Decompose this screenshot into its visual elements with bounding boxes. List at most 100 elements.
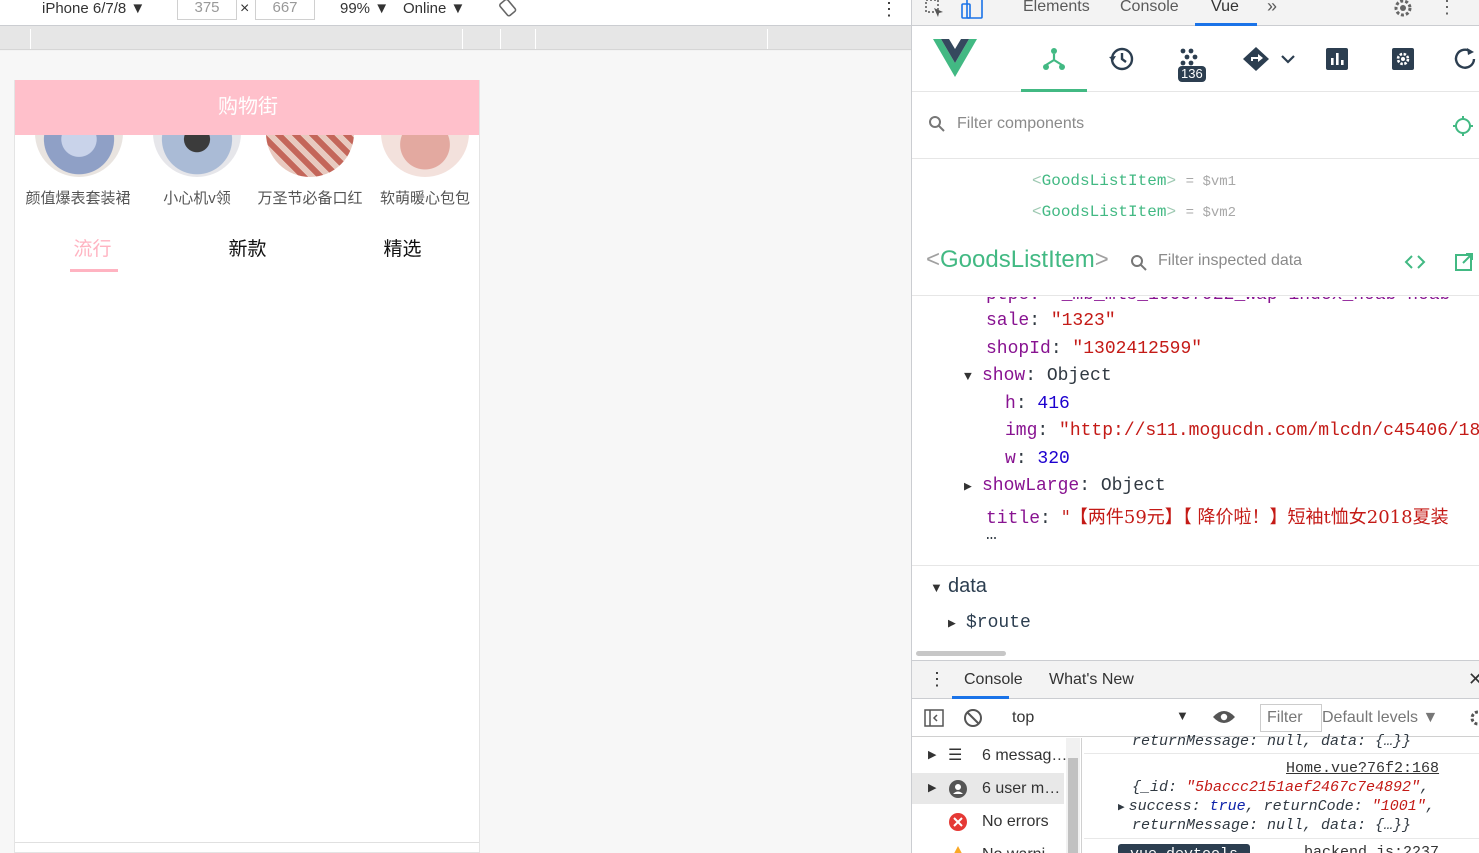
expand-triangle-icon: ▶ [1118,802,1125,814]
console-log: returnMessage: null, data: {…}} Home.vue… [1084,733,1479,853]
device-emulation-pane: iPhone 6/7/8 ▼ 375 × 667 99% ▼ Online ▼ … [0,0,911,853]
device-toolbar: iPhone 6/7/8 ▼ 375 × 667 99% ▼ Online ▼ … [0,0,911,26]
filter-components-input[interactable]: Filter components [957,115,1084,133]
expand-triangle-icon[interactable]: ▶ [964,479,982,494]
devtools-menu-icon[interactable]: ⋮ [1438,0,1456,18]
drawer-tabs: ⋮ Console What's New ✕ [912,661,1479,699]
components-tab-icon[interactable] [1021,34,1087,92]
events-count-badge: 136 [1178,66,1206,82]
console-filter-input[interactable]: Filter [1260,704,1322,732]
vue-devtools-toolbar: 136 [912,26,1479,92]
tree-node-vm: = $vm2 [1185,205,1237,221]
sidebar-item-errors[interactable]: No errors [912,806,1064,837]
open-external-icon[interactable] [1454,252,1474,277]
tooltip: vue-devtools [1118,844,1251,853]
drawer-tab-whats-new[interactable]: What's New [1049,671,1134,689]
prop-show-h: h: 416 [1005,394,1070,414]
search-icon [1130,254,1148,277]
tab-new[interactable]: 新款 [170,230,325,274]
console-toolbar: top ▼ Filter Default levels ▼ [912,699,1479,737]
expand-triangle-icon[interactable]: ▶ [948,616,966,631]
recommend-label: 颜值爆表套装裙 [25,190,131,207]
code-icon[interactable] [1404,252,1426,277]
recommend-label: 软萌暖心包包 [379,190,470,207]
prop-show-img: img: "http://s11.mogucdn.com/mlcdn/c4540… [1005,421,1479,441]
console-sidebar: ▶ ☰ 6 messag… ▶ 6 user m… No errors [912,738,1082,853]
more-ellipsis[interactable]: … [986,525,997,545]
prop-route[interactable]: ▶ $route [948,613,1031,633]
live-expression-eye-icon[interactable] [1212,709,1236,730]
nav-bar: 购物街 [15,80,479,135]
tab-selected[interactable]: 精选 [325,230,479,274]
log-source-link[interactable]: Home.vue?76f2:168 [1286,760,1439,777]
vuex-history-icon[interactable] [1096,34,1146,84]
performance-tab-icon[interactable] [1312,34,1362,84]
prop-showLarge[interactable]: ▶ showLarge: Object [964,476,1166,496]
collapse-triangle-icon[interactable]: ▼ [964,369,982,384]
drawer-menu-icon[interactable]: ⋮ [928,669,946,690]
prop-show-w: w: 320 [1005,449,1070,469]
tab-popular[interactable]: 流行 [15,230,170,274]
tab-console[interactable]: Console [1120,0,1179,16]
phone-viewport: 购物街 颜值爆表套装裙 小心机v领 万圣节必备口红 软萌暖心包包 流行 新款 精… [14,80,480,853]
log-line: returnMessage: null, data: {…}} [1132,733,1412,750]
clear-console-icon[interactable] [963,708,983,733]
console-drawer: ⋮ Console What's New ✕ top ▼ Fi [912,660,1479,853]
warning-icon [948,845,968,853]
devtools-panel: Elements Console Vue » ⋮ 136 Filter comp… [911,0,1479,853]
more-options-icon[interactable]: ⋮ [880,0,898,18]
filter-components-bar: Filter components [912,93,1479,159]
events-tab-icon[interactable]: 136 [1166,34,1216,84]
default-levels-select[interactable]: Default levels ▼ [1322,709,1438,727]
more-tabs-icon[interactable]: » [1267,0,1277,17]
tab-elements[interactable]: Elements [1023,0,1090,16]
horizontal-scrollbar[interactable] [916,651,1006,656]
tab-control: 流行 新款 精选 [15,230,479,274]
log-source-link[interactable]: backend.js:2237 [1304,844,1439,853]
height-input[interactable]: 667 [255,0,315,20]
vue-logo-icon [927,34,983,84]
sidebar-toggle-icon[interactable] [924,708,944,733]
log-line[interactable]: ▶ success: true, returnCode: "1001", [1118,798,1435,815]
sidebar-scroll-thumb[interactable] [1068,758,1078,853]
data-section-header[interactable]: ▼ data [930,575,987,598]
sidebar-item-messages[interactable]: ▶ ☰ 6 messag… [912,740,1067,771]
filter-inspected-input[interactable]: Filter inspected data [1158,252,1302,270]
tree-node[interactable]: <GoodsListItem> = $vm2 [1032,203,1236,221]
tab-vue[interactable]: Vue [1211,0,1239,16]
width-input[interactable]: 375 [177,0,237,20]
select-component-icon[interactable] [1452,115,1474,142]
settings-tab-icon[interactable] [1378,34,1428,84]
inspected-component-title: <GoodsListItem> [926,246,1109,273]
context-select[interactable]: top [1012,709,1034,727]
tree-node-tag: GoodsListItem [1041,203,1167,221]
tab-bar-edge [15,842,479,852]
collapse-triangle-icon[interactable]: ▼ [930,580,948,595]
close-drawer-icon[interactable]: ✕ [1468,669,1479,690]
device-toggle-icon[interactable] [960,0,984,25]
prop-show[interactable]: ▼ show: Object [964,366,1112,386]
sidebar-item-user-messages[interactable]: ▶ 6 user m… [912,773,1064,804]
log-line: returnMessage: null, data: {…}} [1132,817,1412,834]
rotate-icon[interactable] [498,0,518,23]
zoom-select[interactable]: 99% ▼ [340,0,389,18]
prop-sale: sale: "1323" [986,311,1116,331]
tree-node-tag: GoodsListItem [1041,172,1167,190]
tree-node[interactable]: <GoodsListItem> = $vm1 [1032,172,1236,190]
screen: iPhone 6/7/8 ▼ 375 × 667 99% ▼ Online ▼ … [0,0,1479,853]
chevron-down-icon[interactable]: ▼ [1176,708,1189,723]
sidebar-item-warnings[interactable]: No warni… [912,839,1064,853]
log-line: {_id: "5baccc2151aef2467c7e4892", [1132,779,1430,796]
drawer-tab-console[interactable]: Console [964,671,1023,689]
console-settings-icon[interactable] [1468,708,1479,733]
device-select[interactable]: iPhone 6/7/8 ▼ [42,0,145,18]
refresh-icon[interactable] [1440,34,1479,84]
network-select[interactable]: Online ▼ [403,0,465,18]
inspector-header: <GoodsListItem> Filter inspected data [912,234,1479,296]
settings-gear-icon[interactable] [1392,0,1414,24]
media-query-ruler[interactable] [0,26,911,50]
router-tab-icon[interactable] [1236,34,1306,84]
component-tree: <GoodsListItem> = $vm1 <GoodsListItem> =… [912,160,1479,232]
inspect-element-icon[interactable] [924,0,946,25]
inspected-data: ptpe: "_mb_mls_10057922_wap-index_noab-n… [912,297,1479,660]
